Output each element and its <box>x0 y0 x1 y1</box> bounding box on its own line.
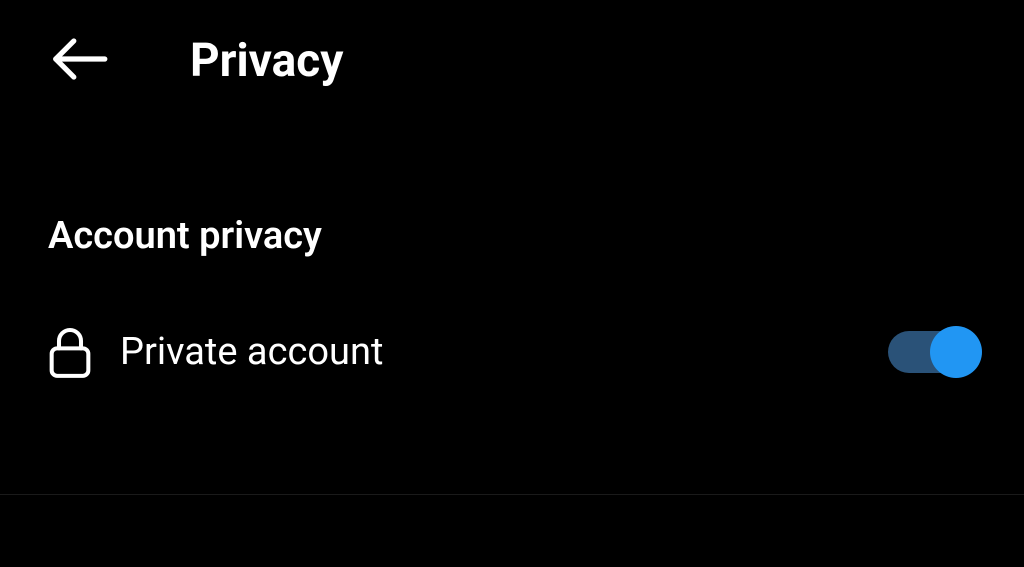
section-header: Account privacy <box>48 214 976 258</box>
private-account-toggle[interactable] <box>888 331 976 373</box>
private-account-row: Private account <box>48 318 976 386</box>
header: Privacy <box>0 0 1024 94</box>
arrow-left-icon <box>48 28 110 94</box>
setting-left: Private account <box>48 326 383 378</box>
account-privacy-section: Account privacy Private account <box>0 214 1024 386</box>
lock-icon <box>48 326 92 378</box>
page-title: Privacy <box>190 34 343 88</box>
divider <box>0 494 1024 495</box>
private-account-label: Private account <box>120 330 383 374</box>
toggle-knob <box>930 326 982 378</box>
back-button[interactable] <box>48 28 110 94</box>
